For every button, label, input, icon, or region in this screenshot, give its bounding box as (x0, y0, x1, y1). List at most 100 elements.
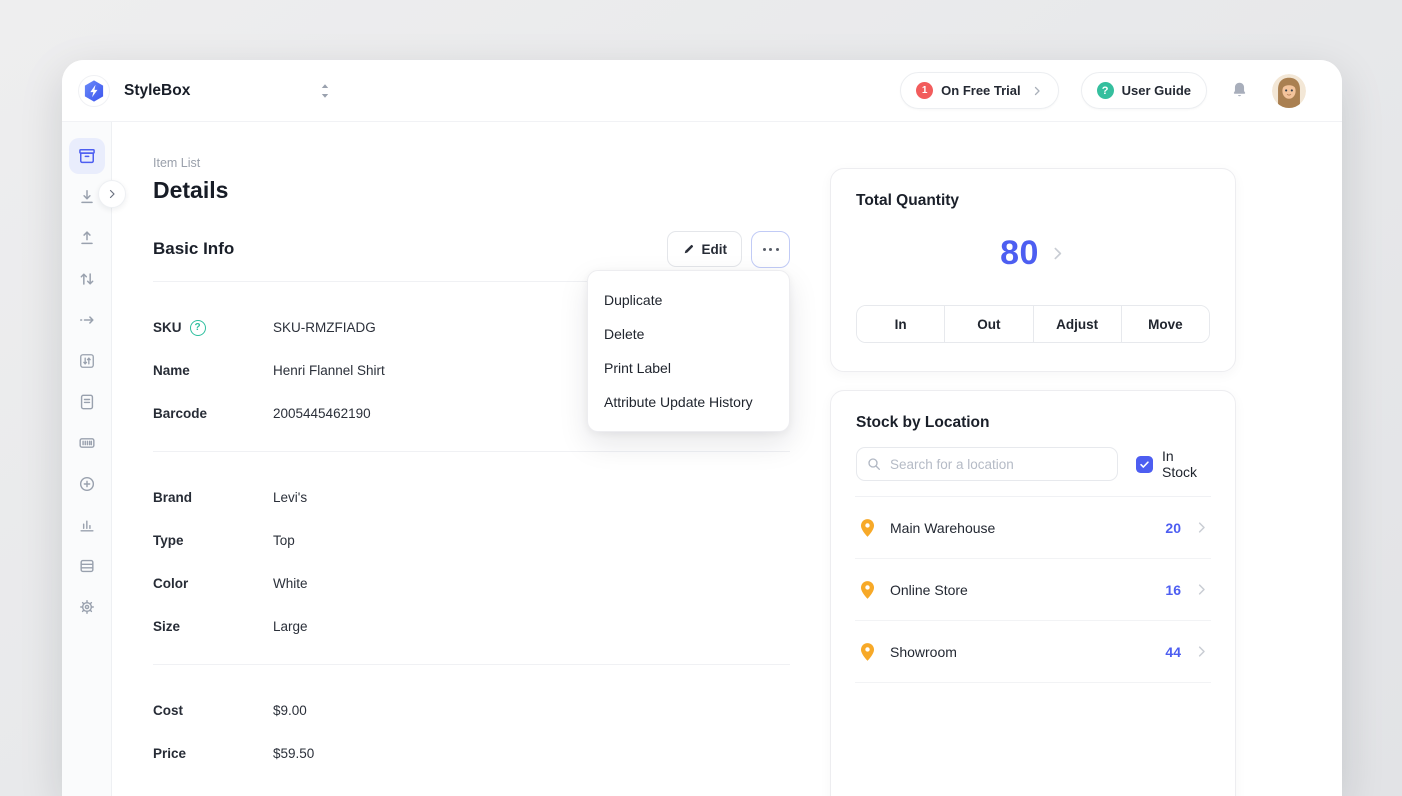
page-title: Details (153, 177, 790, 204)
location-row-showroom[interactable]: Showroom 44 (831, 621, 1235, 682)
transfer-arrows-icon (77, 269, 97, 289)
type-value: Top (273, 533, 295, 548)
stock-move-button[interactable]: Move (1121, 306, 1209, 342)
location-qty: 20 (1165, 520, 1181, 536)
name-value: Henri Flannel Shirt (273, 363, 385, 378)
chevron-right-icon (1194, 582, 1209, 597)
field-row-color: Color White (153, 562, 790, 605)
user-guide-label: User Guide (1122, 83, 1191, 98)
trial-label: On Free Trial (941, 83, 1020, 98)
adjust-box-icon (77, 351, 97, 371)
document-icon (77, 392, 97, 412)
total-quantity-link[interactable]: 80 (856, 234, 1210, 273)
sidebar-item-adjust[interactable] (69, 343, 105, 379)
edit-button[interactable]: Edit (667, 231, 743, 267)
trial-count-badge: 1 (916, 82, 933, 99)
free-trial-button[interactable]: 1 On Free Trial (900, 72, 1058, 109)
top-header: StyleBox 1 On Free Trial ? User Guide (62, 60, 1342, 122)
price-label: Price (153, 746, 273, 761)
field-group-attributes: Brand Levi's Type Top Color White Size L… (153, 452, 790, 664)
more-actions-button[interactable] (751, 231, 790, 268)
divider (855, 682, 1211, 683)
chevron-right-icon (1194, 644, 1209, 659)
breadcrumb: Item List (153, 156, 790, 170)
notifications-button[interactable] (1229, 80, 1250, 101)
sku-label: SKU (153, 320, 182, 335)
field-row-type: Type Top (153, 519, 790, 562)
location-search-input[interactable] (856, 447, 1118, 481)
more-actions-menu: Duplicate Delete Print Label Attribute U… (587, 270, 790, 432)
brand-value: Levi's (273, 490, 307, 505)
location-qty: 16 (1165, 582, 1181, 598)
sidebar-item-data[interactable] (69, 548, 105, 584)
sidebar-item-stock-out[interactable] (69, 220, 105, 256)
check-icon (1139, 459, 1150, 470)
type-label: Type (153, 533, 273, 548)
sidebar-item-barcode[interactable] (69, 425, 105, 461)
field-row-cost: Cost $9.00 (153, 689, 790, 732)
hexagon-bolt-icon (81, 78, 107, 104)
gear-icon (77, 597, 97, 617)
barcode-label: Barcode (153, 406, 273, 421)
bell-icon (1229, 80, 1250, 101)
location-row-main-warehouse[interactable]: Main Warehouse 20 (831, 497, 1235, 558)
in-stock-checkbox[interactable] (1136, 456, 1153, 473)
menu-item-duplicate[interactable]: Duplicate (588, 283, 789, 317)
more-icon (763, 248, 766, 251)
header-actions: 1 On Free Trial ? User Guide (900, 72, 1306, 109)
total-quantity-value: 80 (1000, 234, 1039, 273)
stock-by-location-card: Stock by Location In Stock Main (830, 390, 1236, 796)
name-label: Name (153, 363, 273, 378)
chevron-right-icon (1049, 245, 1066, 262)
sidebar-item-reports[interactable] (69, 507, 105, 543)
field-group-pricing: Cost $9.00 Price $59.50 (153, 665, 790, 791)
location-pin-icon (859, 642, 876, 662)
location-name: Main Warehouse (890, 520, 995, 536)
location-qty: 44 (1165, 644, 1181, 660)
sidebar-item-transfer[interactable] (69, 261, 105, 297)
stock-by-location-title: Stock by Location (856, 414, 1210, 432)
location-filter-row: In Stock (856, 447, 1210, 481)
stock-out-button[interactable]: Out (944, 306, 1032, 342)
app-logo[interactable] (78, 75, 110, 107)
details-panel: Item List Details Basic Info Edit SK (153, 156, 790, 791)
menu-item-delete[interactable]: Delete (588, 317, 789, 351)
chevron-right-icon (106, 188, 118, 200)
brand-label: Brand (153, 490, 273, 505)
sidebar-item-move[interactable] (69, 302, 105, 338)
sidebar-item-add-item[interactable] (69, 466, 105, 502)
basic-info-header: Basic Info Edit (153, 230, 790, 268)
cost-label: Cost (153, 703, 273, 718)
sidebar-expand-button[interactable] (98, 180, 126, 208)
chevron-right-icon (1194, 520, 1209, 535)
app-title: StyleBox (124, 82, 190, 100)
sku-help-icon[interactable]: ? (190, 320, 206, 336)
chevron-right-icon (1031, 85, 1043, 97)
sku-value: SKU-RMZFIADG (273, 320, 376, 335)
search-icon (866, 456, 882, 472)
sidebar-item-items[interactable] (69, 138, 105, 174)
bar-chart-icon (77, 515, 97, 535)
edit-label: Edit (702, 242, 728, 257)
menu-item-print-label[interactable]: Print Label (588, 351, 789, 385)
location-row-online-store[interactable]: Online Store 16 (831, 559, 1235, 620)
stock-adjust-button[interactable]: Adjust (1033, 306, 1121, 342)
user-avatar[interactable] (1272, 74, 1306, 108)
user-guide-button[interactable]: ? User Guide (1081, 72, 1207, 109)
sidebar-item-settings[interactable] (69, 589, 105, 625)
location-name: Showroom (890, 644, 957, 660)
location-pin-icon (859, 518, 876, 538)
avatar-image (1272, 74, 1306, 108)
download-arrow-icon (77, 187, 97, 207)
menu-item-attribute-update-history[interactable]: Attribute Update History (588, 385, 789, 419)
question-circle-icon: ? (1097, 82, 1114, 99)
field-row-brand: Brand Levi's (153, 476, 790, 519)
sidebar-item-documents[interactable] (69, 384, 105, 420)
pencil-icon (682, 243, 695, 256)
basic-info-actions: Edit (667, 231, 791, 268)
basic-info-title: Basic Info (153, 239, 234, 259)
stock-in-button[interactable]: In (857, 306, 944, 342)
color-value: White (273, 576, 308, 591)
items-box-icon (77, 146, 97, 166)
workspace-switcher[interactable] (318, 82, 332, 100)
